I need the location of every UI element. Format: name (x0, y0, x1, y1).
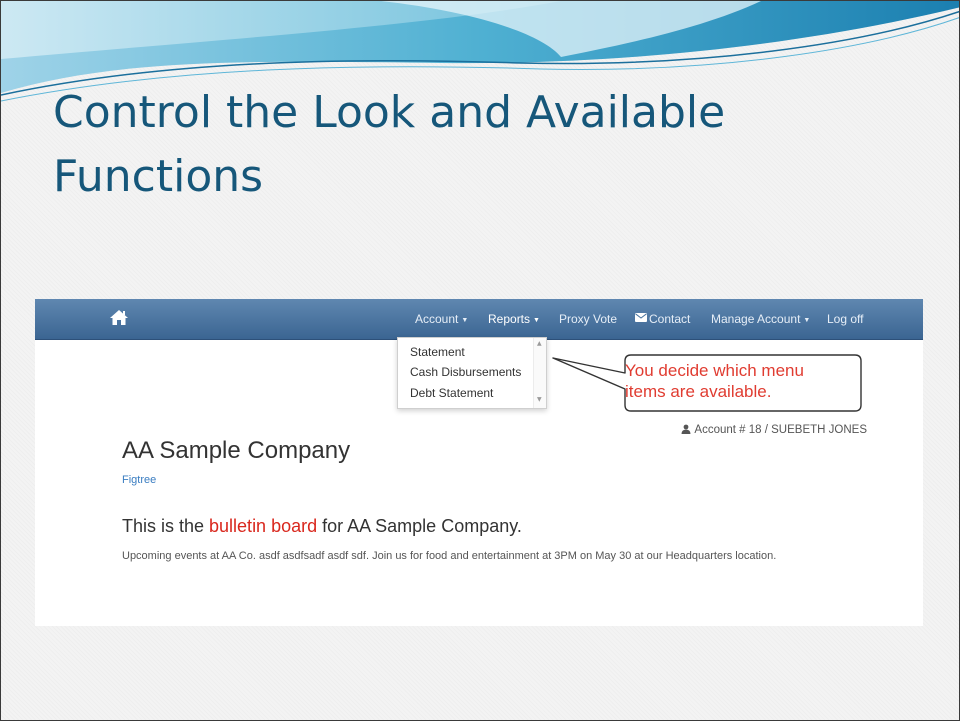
reports-dropdown-menu: Statement Cash Disbursements Debt Statem… (397, 337, 547, 409)
account-info: Account # 18 / SUEBETH JONES (635, 424, 867, 436)
caret-down-icon: ▼ (803, 317, 811, 324)
navbar: Account ▼ Reports ▼ Proxy Vote Contact Man… (35, 299, 923, 340)
caret-down-icon: ▼ (533, 317, 540, 324)
company-name: AA Sample Company (122, 437, 351, 464)
slide: Control the Look and Available Functions… (0, 0, 960, 721)
nav-contact-label: Contact (649, 312, 691, 326)
company-link[interactable]: Figtree (122, 474, 156, 486)
nav-manage-account-label: Manage Account (711, 312, 801, 326)
nav-contact[interactable]: Contact (635, 299, 690, 339)
app-screenshot: Account ▼ Reports ▼ Proxy Vote Contact Man… (35, 299, 923, 626)
bulletin-heading: This is the bulletin board for AA Sample… (122, 516, 522, 537)
dropdown-item-statement[interactable]: Statement (410, 345, 465, 359)
caret-down-icon: ▼ (461, 317, 469, 324)
bulletin-highlight: bulletin board (209, 516, 318, 536)
slide-title: Control the Look and Available Functions (53, 81, 913, 209)
dropdown-item-cash-disbursements[interactable]: Cash Disbursements (410, 365, 521, 379)
nav-proxy-vote[interactable]: Proxy Vote (559, 299, 617, 339)
bulletin-body: Upcoming events at AA Co. asdf asdfsadf … (122, 550, 777, 562)
callout-line2: items are available. (625, 382, 772, 401)
bulletin-suffix: for AA Sample Company. (317, 516, 522, 536)
bulletin-prefix: This is the (122, 516, 210, 536)
envelope-icon (635, 313, 647, 322)
home-icon[interactable] (109, 309, 129, 326)
nav-reports-label: Reports (488, 312, 531, 326)
nav-account-label: Account (415, 312, 459, 326)
scroll-up-arrow-icon[interactable]: ▲ (537, 340, 542, 347)
dropdown-item-debt-statement[interactable]: Debt Statement (410, 386, 493, 400)
nav-log-off-label: Log off (827, 312, 864, 326)
nav-manage-account[interactable]: Manage Account ▼ (711, 299, 810, 339)
slide-title-line2: Functions (53, 151, 264, 202)
dropdown-scrollbar[interactable]: ▲ ▼ (533, 338, 546, 408)
account-text: Account # 18 / SUEBETH JONES (694, 424, 867, 436)
scroll-down-arrow-icon[interactable]: ▼ (537, 396, 542, 403)
nav-log-off[interactable]: Log off (827, 299, 863, 339)
nav-reports[interactable]: Reports ▼ (488, 299, 540, 339)
nav-proxy-vote-label: Proxy Vote (559, 312, 618, 326)
callout-line1: You decide which menu (625, 361, 804, 380)
callout-text: You decide which menu items are availabl… (625, 360, 855, 402)
nav-account[interactable]: Account ▼ (415, 299, 468, 339)
user-icon (681, 424, 691, 434)
slide-title-line1: Control the Look and Available (53, 87, 726, 138)
